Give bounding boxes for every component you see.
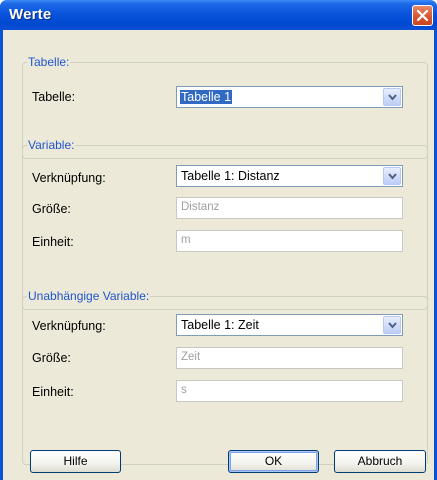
close-icon [417, 10, 428, 21]
tabelle-dropdown-button[interactable] [383, 88, 401, 106]
chevron-down-icon [388, 173, 397, 180]
variable-group-legend: Variable: [28, 138, 75, 152]
variable-link-dropdown-button[interactable] [383, 167, 401, 185]
ok-button[interactable]: OK [228, 450, 319, 473]
window-title: Werte [9, 6, 52, 23]
variable-size-placeholder: Distanz [181, 201, 220, 213]
title-bar[interactable]: Werte [0, 0, 437, 30]
variable-group: Variable: [22, 138, 428, 310]
independent-unit-field[interactable]: s [176, 380, 403, 402]
tabelle-select[interactable]: Tabelle 1 [176, 86, 403, 108]
variable-unit-placeholder: m [181, 234, 191, 246]
variable-size-label: Größe: [32, 202, 71, 216]
dialog-body: Tabelle: Tabelle: Tabelle 1 Variable: Ve… [3, 30, 434, 480]
chevron-down-icon [388, 94, 397, 101]
variable-link-label: Verknüpfung: [32, 171, 106, 185]
variable-size-field[interactable]: Distanz [176, 197, 403, 219]
independent-unit-placeholder: s [181, 384, 187, 396]
variable-unit-label: Einheit: [32, 235, 74, 249]
independent-size-label: Größe: [32, 351, 71, 365]
independent-link-dropdown-button[interactable] [383, 316, 401, 334]
independent-size-placeholder: Zeit [181, 351, 201, 363]
close-button[interactable] [412, 5, 433, 26]
variable-link-select[interactable]: Tabelle 1: Distanz [176, 165, 403, 187]
chevron-down-icon [388, 322, 397, 329]
independent-link-label: Verknüpfung: [32, 319, 106, 333]
dialog-window: Werte Tabelle: Tabelle: Tabelle 1 Variab… [0, 0, 437, 480]
independent-variable-group-legend: Unabhängige Variable: [28, 289, 150, 303]
independent-unit-label: Einheit: [32, 385, 74, 399]
independent-link-value: Tabelle 1: Zeit [181, 318, 259, 332]
variable-unit-field[interactable]: m [176, 230, 403, 252]
tabelle-label: Tabelle: [32, 90, 76, 104]
tabelle-group-legend: Tabelle: [28, 55, 70, 69]
independent-size-field[interactable]: Zeit [176, 347, 403, 369]
independent-link-select[interactable]: Tabelle 1: Zeit [176, 314, 403, 336]
help-button[interactable]: Hilfe [30, 450, 121, 473]
cancel-button[interactable]: Abbruch [334, 450, 426, 473]
tabelle-select-value: Tabelle 1 [180, 90, 233, 104]
variable-link-value: Tabelle 1: Distanz [181, 169, 280, 183]
